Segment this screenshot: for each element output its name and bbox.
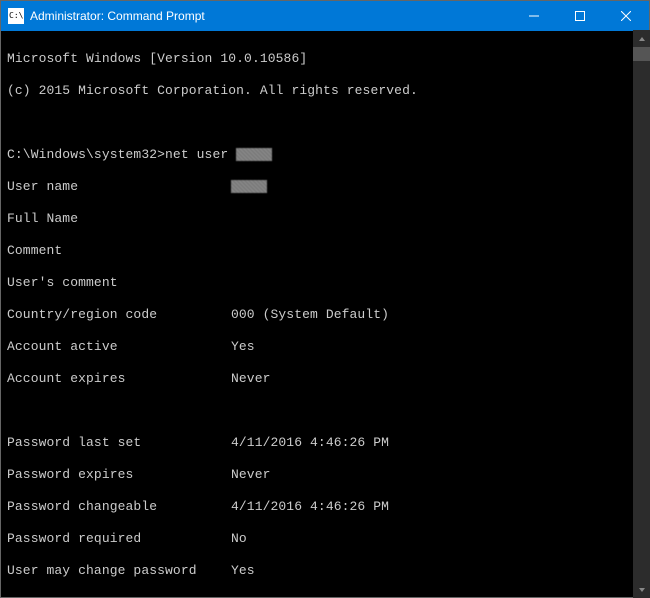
field-label: Password last set: [7, 435, 231, 451]
window-titlebar: Administrator: Command Prompt: [1, 1, 649, 31]
field-label: Password changeable: [7, 499, 231, 515]
field-label: User's comment: [7, 275, 231, 291]
prompt-command: net user: [165, 147, 236, 162]
field-row: Password last set4/11/2016 4:46:26 PM: [7, 435, 643, 451]
window-buttons: [511, 1, 649, 31]
field-label: Password required: [7, 531, 231, 547]
field-label: User name: [7, 179, 231, 195]
field-row: Account activeYes: [7, 339, 643, 355]
field-row: Password changeable4/11/2016 4:46:26 PM: [7, 499, 643, 515]
maximize-button[interactable]: [557, 1, 603, 31]
field-value: 4/11/2016 4:46:26 PM: [231, 499, 389, 514]
minimize-button[interactable]: [511, 1, 557, 31]
field-row: Full Name: [7, 211, 643, 227]
field-row: Account expiresNever: [7, 371, 643, 387]
field-label: Password expires: [7, 467, 231, 483]
field-value: 000 (System Default): [231, 307, 389, 322]
redacted-username: [231, 180, 267, 193]
field-value: Yes: [231, 563, 255, 578]
field-row: Password requiredNo: [7, 531, 643, 547]
terminal-output[interactable]: Microsoft Windows [Version 10.0.10586] (…: [1, 31, 649, 597]
field-row: User may change passwordYes: [7, 563, 643, 579]
banner-line: Microsoft Windows [Version 10.0.10586]: [7, 51, 643, 67]
redacted-username: [236, 148, 272, 161]
field-value: Never: [231, 467, 271, 482]
field-value: Yes: [231, 339, 255, 354]
field-value: No: [231, 531, 247, 546]
cmd-icon: [8, 8, 24, 24]
scroll-thumb[interactable]: [633, 47, 650, 61]
field-label: Country/region code: [7, 307, 231, 323]
prompt-path: C:\Windows\system32>: [7, 147, 165, 162]
field-row: User's comment: [7, 275, 643, 291]
prompt-line: C:\Windows\system32>net user: [7, 147, 643, 163]
field-label: Account expires: [7, 371, 231, 387]
field-row: Country/region code000 (System Default): [7, 307, 643, 323]
vertical-scrollbar[interactable]: [633, 30, 650, 598]
field-row: Comment: [7, 243, 643, 259]
window-title: Administrator: Command Prompt: [30, 9, 511, 23]
field-label: Full Name: [7, 211, 231, 227]
field-label: Account active: [7, 339, 231, 355]
scroll-down-button[interactable]: [633, 581, 650, 598]
close-button[interactable]: [603, 1, 649, 31]
field-row: Password expiresNever: [7, 467, 643, 483]
scroll-up-button[interactable]: [633, 30, 650, 47]
field-row: User name: [7, 179, 643, 195]
field-label: Comment: [7, 243, 231, 259]
field-label: User may change password: [7, 563, 231, 579]
field-value: 4/11/2016 4:46:26 PM: [231, 435, 389, 450]
field-value: Never: [231, 371, 271, 386]
banner-line: (c) 2015 Microsoft Corporation. All righ…: [7, 83, 643, 99]
